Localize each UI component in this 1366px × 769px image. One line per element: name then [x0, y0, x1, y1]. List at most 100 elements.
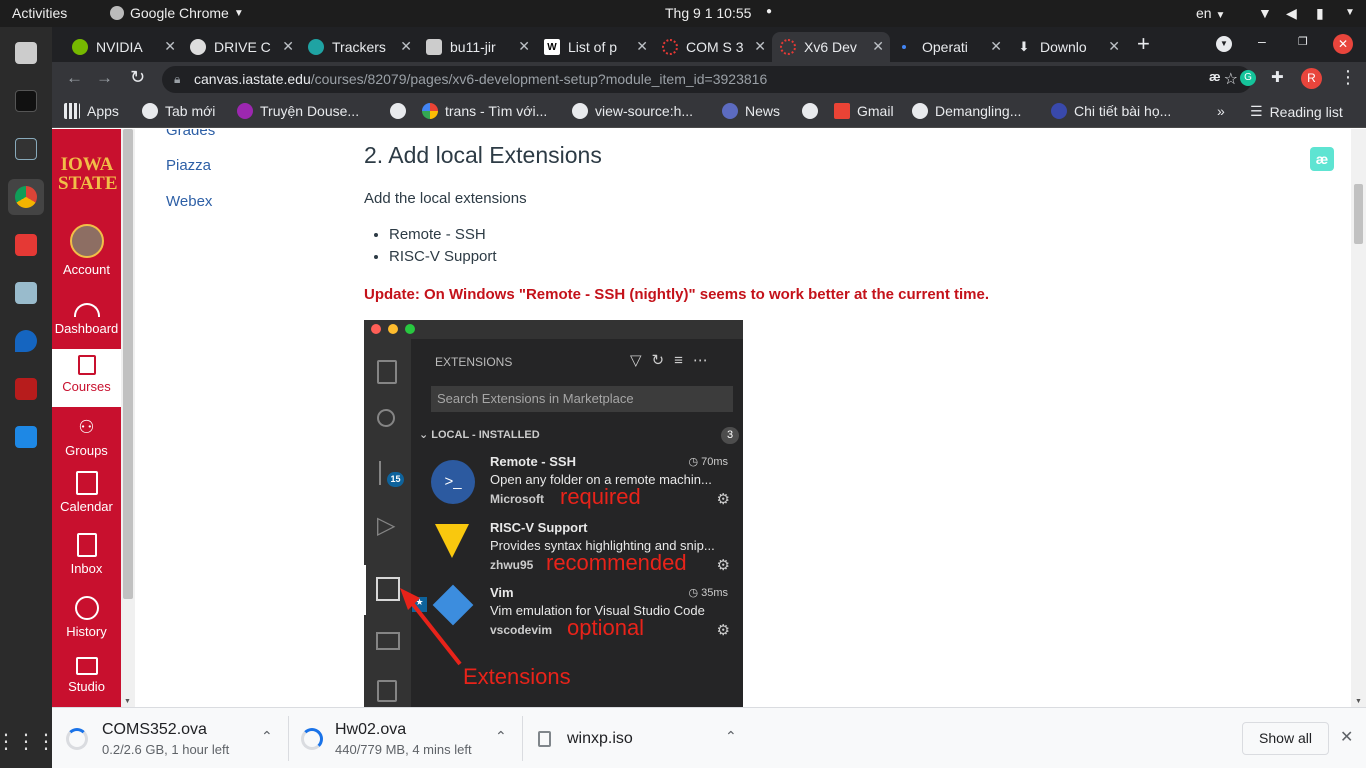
download-item[interactable]: winxp.iso ⌃ — [538, 708, 737, 769]
nav-dashboard[interactable]: Dashboard — [52, 297, 121, 336]
tab[interactable]: W List of p ✕ — [536, 32, 654, 62]
bookmark-item[interactable]: Tab mới — [142, 103, 215, 119]
nav-account[interactable]: Account — [52, 224, 121, 277]
course-nav-piazza[interactable]: Piazza — [166, 157, 211, 174]
files-app[interactable] — [8, 35, 44, 71]
bookmarks-overflow-button[interactable]: » — [1217, 103, 1225, 119]
close-tab-icon[interactable]: ✕ — [282, 38, 294, 55]
ae-extension-icon[interactable]: æ — [1209, 69, 1221, 84]
close-downloads-icon[interactable]: ✕ — [1340, 727, 1353, 747]
bookmark-item[interactable]: Demangling... — [912, 103, 1021, 119]
scroll-thumb[interactable] — [123, 129, 133, 599]
close-window-button[interactable]: ✕ — [1333, 34, 1353, 54]
tab[interactable]: Operati ✕ — [890, 32, 1008, 62]
chrome-menu-icon[interactable]: ⋮ — [1339, 67, 1357, 88]
close-tab-icon[interactable]: ✕ — [518, 38, 530, 55]
scroll-down-arrow[interactable]: ▼ — [124, 698, 131, 705]
bookmark-item[interactable]: News — [722, 103, 780, 119]
tab-active[interactable]: Xv6 Dev ✕ — [772, 32, 890, 62]
scroll-thumb[interactable] — [1354, 184, 1363, 244]
dashboard-gauge-icon — [73, 303, 100, 317]
tab-search-icon[interactable]: ▼ — [1216, 36, 1232, 52]
extensions-puzzle-icon[interactable]: ✚ — [1271, 68, 1284, 86]
download-item[interactable]: COMS352.ova 0.2/2.6 GB, 1 hour left ⌃ — [66, 708, 273, 769]
clock[interactable]: Thg 9 1 10:55 — [665, 5, 751, 21]
vpn-app[interactable] — [8, 323, 44, 359]
close-tab-icon[interactable]: ✕ — [990, 38, 1002, 55]
nav-courses[interactable]: Courses — [52, 349, 121, 407]
nav-inbox[interactable]: Inbox — [52, 533, 121, 576]
back-button[interactable]: ← — [66, 68, 83, 88]
nav-scrollbar[interactable]: ▼ — [121, 129, 135, 707]
bookmark-item[interactable]: trans - Tìm với... — [422, 103, 547, 119]
bookmark-star-icon[interactable]: ☆ — [1224, 66, 1238, 93]
app-menu[interactable]: Google Chrome ▼ — [110, 5, 244, 21]
page-scrollbar[interactable]: ▼ — [1351, 129, 1366, 707]
tab[interactable]: COM S 3 ✕ — [654, 32, 772, 62]
bookmark-item[interactable]: view-source:h... — [572, 103, 693, 119]
bookmark-item[interactable]: Chi tiết bài họ... — [1051, 103, 1171, 119]
tab[interactable]: Trackers ✕ — [300, 32, 418, 62]
close-tab-icon[interactable]: ✕ — [400, 38, 412, 55]
volume-icon[interactable]: ◀ — [1286, 5, 1297, 22]
activities-button[interactable]: Activities — [12, 5, 67, 21]
show-all-button[interactable]: Show all — [1242, 722, 1329, 755]
tab[interactable]: ⬇ Downlo ✕ — [1008, 32, 1126, 62]
nav-studio[interactable]: Studio — [52, 657, 121, 694]
tab[interactable]: DRIVE C ✕ — [182, 32, 300, 62]
close-tab-icon[interactable]: ✕ — [872, 38, 884, 55]
bookmark-item[interactable] — [390, 103, 413, 119]
scroll-down-arrow[interactable]: ▼ — [1355, 698, 1362, 705]
bookmark-apps[interactable]: Apps — [64, 103, 119, 119]
text-editor-app[interactable] — [8, 419, 44, 455]
close-tab-icon[interactable]: ✕ — [1108, 38, 1120, 55]
close-tab-icon[interactable]: ✕ — [164, 38, 176, 55]
bookmark-label: Chi tiết bài họ... — [1074, 103, 1172, 119]
annotation-arrow — [400, 588, 462, 666]
nav-calendar[interactable]: Calendar — [52, 471, 121, 514]
system-monitor-app[interactable] — [8, 131, 44, 167]
wifi-icon[interactable]: ▼ — [1258, 5, 1272, 21]
course-nav-webex[interactable]: Webex — [166, 193, 212, 210]
tab-favicon — [662, 39, 678, 55]
bookmark-item[interactable]: Gmail — [834, 103, 894, 119]
chevron-up-icon[interactable]: ⌃ — [261, 728, 273, 745]
omnibox[interactable]: 🔒︎ canvas.iastate.edu/courses/82079/page… — [162, 66, 1252, 93]
maximize-button[interactable]: ❐ — [1298, 35, 1308, 48]
immersive-reader-icon[interactable]: æ — [1310, 147, 1334, 171]
battery-icon[interactable]: ▮ — [1316, 5, 1324, 22]
download-name: COMS352.ova — [102, 720, 207, 738]
chevron-up-icon[interactable]: ⌃ — [725, 728, 737, 745]
profile-avatar[interactable]: R — [1301, 68, 1322, 89]
reload-button[interactable]: ↻ — [130, 67, 145, 88]
tab-title: Xv6 Dev — [804, 39, 857, 55]
tab[interactable]: bu11-jir ✕ — [418, 32, 536, 62]
minimize-button[interactable]: – — [1258, 33, 1266, 49]
chevron-up-icon[interactable]: ⌃ — [495, 728, 507, 745]
download-item[interactable]: Hw02.ova 440/779 MB, 4 mins left ⌃ — [301, 708, 507, 769]
close-tab-icon[interactable]: ✕ — [636, 38, 648, 55]
bookmark-item[interactable]: Truyện Douse... — [237, 103, 359, 119]
new-tab-button[interactable]: + — [1137, 31, 1150, 57]
close-tab-icon[interactable]: ✕ — [754, 38, 766, 55]
nav-history[interactable]: History — [52, 596, 121, 639]
vm-app[interactable] — [8, 371, 44, 407]
bookmark-label: Truyện Douse... — [260, 103, 360, 119]
chrome-app[interactable] — [8, 179, 44, 215]
iowa-state-logo[interactable]: IOWA STATE — [58, 155, 118, 193]
anydesk-app[interactable] — [8, 227, 44, 263]
terminal-app[interactable] — [8, 83, 44, 119]
reading-list-button[interactable]: ☰ Reading list — [1250, 103, 1343, 120]
tab-title: List of p — [568, 39, 618, 55]
grammarly-icon[interactable]: G — [1240, 70, 1256, 86]
nav-groups[interactable]: ⚇ Groups — [52, 415, 121, 458]
bookmark-item[interactable] — [802, 103, 825, 119]
show-apps-button[interactable]: ⋮⋮⋮ — [0, 723, 56, 759]
course-nav-grades[interactable]: Grades — [166, 129, 215, 139]
language-indicator[interactable]: en ▼ — [1196, 5, 1225, 21]
forward-button[interactable]: → — [96, 68, 113, 88]
mail-app[interactable] — [8, 275, 44, 311]
tab-title: bu11-jir — [450, 39, 496, 55]
system-menu-arrow-icon[interactable]: ▼ — [1345, 7, 1355, 18]
tab[interactable]: NVIDIA ✕ — [64, 32, 182, 62]
